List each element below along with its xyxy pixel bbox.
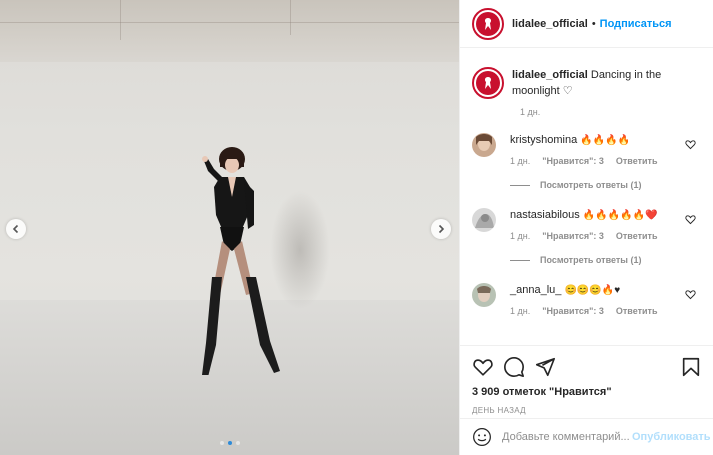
commenter-username[interactable]: _anna_lu_ xyxy=(510,284,561,296)
comment-likes[interactable]: "Нравится": 3 xyxy=(542,306,604,316)
post-photo[interactable] xyxy=(0,0,459,455)
comment-time: 1 дн. xyxy=(510,156,531,166)
like-comment-heart-icon[interactable] xyxy=(685,214,696,225)
author-username[interactable]: lidalee_official xyxy=(512,18,588,30)
author-avatar[interactable] xyxy=(472,7,504,40)
view-replies-button[interactable]: Посмотреть ответы (1) xyxy=(510,255,702,265)
carousel-dots xyxy=(0,441,459,445)
comment-likes[interactable]: "Нравится": 3 xyxy=(542,231,604,241)
post-side-panel: lidalee_official • Подписаться lidalee_o… xyxy=(459,0,713,455)
model-figure xyxy=(202,147,280,375)
comment-item: kristyshomina 🔥🔥🔥🔥 1 дн. "Нравится": 3 О… xyxy=(472,133,702,166)
post-header: lidalee_official • Подписаться xyxy=(460,0,713,48)
comment-item: _anna_lu_ 😊😊😊🔥♥ 1 дн. "Нравится": 3 Отве… xyxy=(472,283,702,316)
commenter-username[interactable]: nastasiabilous xyxy=(510,209,580,221)
share-paper-plane-icon[interactable] xyxy=(534,356,556,378)
comment-time: 1 дн. xyxy=(510,306,531,316)
reply-button[interactable]: Ответить xyxy=(616,231,658,241)
carousel-dot xyxy=(235,441,240,445)
carousel-next-button[interactable] xyxy=(431,219,451,239)
chevron-left-icon xyxy=(12,224,19,234)
commenter-avatar[interactable] xyxy=(472,208,496,232)
like-heart-icon[interactable] xyxy=(472,356,494,378)
reply-button[interactable]: Ответить xyxy=(616,156,658,166)
caption-text: lidalee_official Dancing in the moonligh… xyxy=(512,67,687,99)
dancer-logo-icon xyxy=(484,17,492,30)
bookmark-icon[interactable] xyxy=(680,356,702,378)
dancer-logo-icon xyxy=(484,77,492,89)
like-comment-heart-icon[interactable] xyxy=(685,289,696,300)
emoji-smile-icon[interactable] xyxy=(472,427,492,447)
reply-button[interactable]: Ответить xyxy=(616,306,658,316)
post-timestamp[interactable]: ДЕНЬ НАЗАД xyxy=(472,406,702,415)
view-replies-button[interactable]: Посмотреть ответы (1) xyxy=(510,180,702,190)
commenter-username[interactable]: kristyshomina xyxy=(510,134,577,146)
chevron-right-icon xyxy=(438,224,445,234)
comment-text: 😊😊😊🔥♥ xyxy=(564,285,621,296)
view-replies-label: Посмотреть ответы (1) xyxy=(540,180,642,190)
comments-list: lidalee_official Dancing in the moonligh… xyxy=(460,49,713,345)
likes-count[interactable]: 3 909 отметок "Нравится" xyxy=(472,386,702,398)
comment-likes[interactable]: "Нравится": 3 xyxy=(542,156,604,166)
like-comment-heart-icon[interactable] xyxy=(685,139,696,150)
caption: lidalee_official Dancing in the moonligh… xyxy=(472,67,702,99)
commenter-avatar[interactable] xyxy=(472,133,496,157)
view-replies-label: Посмотреть ответы (1) xyxy=(540,255,642,265)
carousel-prev-button[interactable] xyxy=(6,219,26,239)
add-comment-bar: Опубликовать xyxy=(460,418,713,455)
caption-time: 1 дн. xyxy=(520,107,541,117)
comment-bubble-icon[interactable] xyxy=(503,356,525,378)
post-actions: 3 909 отметок "Нравится" ДЕНЬ НАЗАД xyxy=(460,345,713,415)
commenter-avatar[interactable] xyxy=(472,283,496,307)
follow-button[interactable]: Подписаться xyxy=(600,18,672,30)
comment-item: nastasiabilous 🔥🔥🔥🔥🔥❤️ 1 дн. "Нравится":… xyxy=(472,208,702,241)
comment-text: 🔥🔥🔥🔥🔥❤️ xyxy=(582,210,658,221)
caption-username[interactable]: lidalee_official xyxy=(512,69,588,81)
carousel-dot xyxy=(219,441,224,445)
comment-time: 1 дн. xyxy=(510,231,531,241)
header-separator: • xyxy=(591,17,596,30)
caption-author-avatar[interactable] xyxy=(472,67,504,99)
publish-button[interactable]: Опубликовать xyxy=(632,431,711,443)
comment-text: 🔥🔥🔥🔥 xyxy=(580,135,631,146)
carousel-dot-active xyxy=(227,441,232,445)
ceiling xyxy=(0,0,459,62)
comment-input[interactable] xyxy=(502,431,630,443)
